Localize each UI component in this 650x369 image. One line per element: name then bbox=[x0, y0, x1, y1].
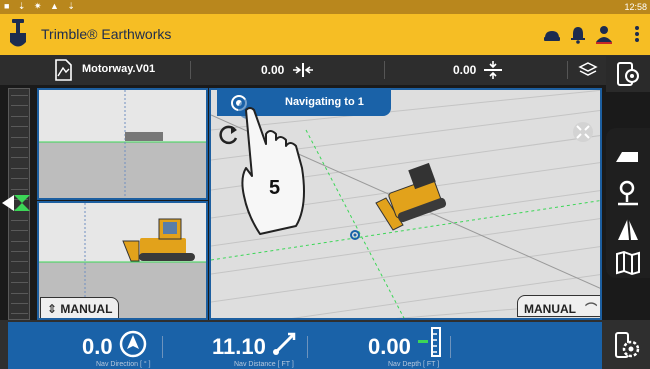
auto-mode-icon: ⌒ bbox=[585, 302, 598, 316]
divider bbox=[450, 336, 451, 358]
gauge-tick bbox=[11, 126, 28, 128]
app-title: Trimble® Earthworks bbox=[41, 26, 172, 42]
gauge-tick bbox=[11, 95, 28, 96]
status-time: 12:58 bbox=[624, 2, 647, 12]
notification-bell-icon[interactable] bbox=[567, 23, 589, 45]
plan-mode-badge[interactable]: MANUAL ⌒ bbox=[517, 295, 600, 317]
overflow-menu-icon[interactable] bbox=[626, 23, 648, 45]
app-bar: Trimble® Earthworks bbox=[0, 14, 650, 55]
system-status-bar: ■ ⇣ ✷ ▲ ⇣ 12:58 bbox=[0, 0, 650, 14]
vertical-offset-icon bbox=[484, 61, 502, 79]
settings-gear-icon[interactable] bbox=[613, 331, 643, 361]
nav-distance-label: Nav Distance [ FT ] bbox=[234, 361, 294, 368]
gauge-tick bbox=[11, 105, 28, 107]
cut-fill-value: 0.00 bbox=[261, 63, 285, 77]
profile-view-canvas bbox=[39, 90, 206, 198]
shovel-logo-icon bbox=[10, 19, 26, 47]
gauge-tick bbox=[11, 188, 28, 190]
gauge-tick bbox=[11, 292, 28, 294]
gauge-tick bbox=[11, 178, 28, 180]
depth-icon bbox=[418, 327, 441, 357]
distance-icon bbox=[273, 332, 296, 355]
divider bbox=[384, 61, 385, 79]
divider bbox=[162, 336, 163, 358]
gauge-tick bbox=[11, 261, 28, 263]
divider bbox=[190, 61, 191, 79]
gauge-tick bbox=[11, 303, 28, 304]
gauge-tick bbox=[11, 230, 28, 232]
gauge-tick bbox=[11, 251, 28, 252]
info-bar: Motorway.V01 0.00 0.00 bbox=[0, 55, 650, 85]
gauge-tick bbox=[11, 167, 28, 169]
gauge-tick bbox=[11, 271, 28, 273]
cross-section-view[interactable]: ⇕ MANUAL bbox=[37, 201, 208, 320]
gauge-tick bbox=[11, 136, 28, 138]
gauge-tick bbox=[11, 157, 28, 159]
expand-view-icon bbox=[573, 122, 593, 142]
gauge-tick bbox=[11, 219, 28, 221]
surface-guidance-icon[interactable] bbox=[612, 214, 644, 244]
tutorial-step-number: 5 bbox=[269, 177, 280, 199]
user-profile-icon[interactable] bbox=[593, 23, 615, 45]
plan-mode-label: MANUAL bbox=[524, 302, 576, 316]
design-file-icon[interactable] bbox=[52, 58, 74, 82]
status-icons: ■ ⇣ ✷ ▲ ⇣ bbox=[4, 1, 78, 11]
gauge-tick bbox=[11, 240, 28, 242]
nav-depth-label: Nav Depth [ FT ] bbox=[388, 361, 440, 368]
raise-lower-icon: ⇕ bbox=[47, 302, 58, 316]
gauge-tick bbox=[11, 313, 28, 315]
nav-direction-value: 0.0 bbox=[82, 334, 113, 359]
dozer-side-icon bbox=[122, 218, 195, 262]
nav-distance-value: 11.10 bbox=[212, 334, 266, 359]
profile-mode-label: MANUAL bbox=[60, 302, 113, 316]
nav-depth-value: 0.00 bbox=[368, 334, 411, 359]
machine-view-icon[interactable] bbox=[612, 142, 644, 172]
machine-connection-icon[interactable] bbox=[541, 23, 563, 45]
profile-mode-badge[interactable]: ⇕ MANUAL bbox=[40, 297, 120, 318]
gauge-tick bbox=[11, 115, 28, 117]
divider bbox=[307, 336, 308, 358]
on-grade-indicator-icon bbox=[2, 195, 30, 211]
settings-shortcut[interactable] bbox=[606, 56, 650, 92]
location-point-icon[interactable] bbox=[612, 178, 644, 208]
device-settings-icon[interactable] bbox=[615, 61, 641, 87]
tap-hint-hand-icon: 5 bbox=[238, 99, 305, 235]
nav-direction-label: Nav Direction [ ° ] bbox=[96, 361, 151, 368]
divider bbox=[567, 61, 568, 79]
compass-icon bbox=[119, 330, 147, 358]
vertical-offset-value: 0.00 bbox=[453, 63, 477, 77]
profile-view[interactable] bbox=[37, 88, 208, 200]
right-tool-rail bbox=[606, 128, 650, 278]
layers-icon[interactable] bbox=[578, 61, 598, 79]
design-name[interactable]: Motorway.V01 bbox=[82, 63, 155, 75]
gauge-tick bbox=[11, 282, 28, 284]
horizontal-offset-icon bbox=[293, 63, 313, 77]
map-icon[interactable] bbox=[612, 248, 644, 278]
gauge-tick bbox=[11, 147, 28, 148]
